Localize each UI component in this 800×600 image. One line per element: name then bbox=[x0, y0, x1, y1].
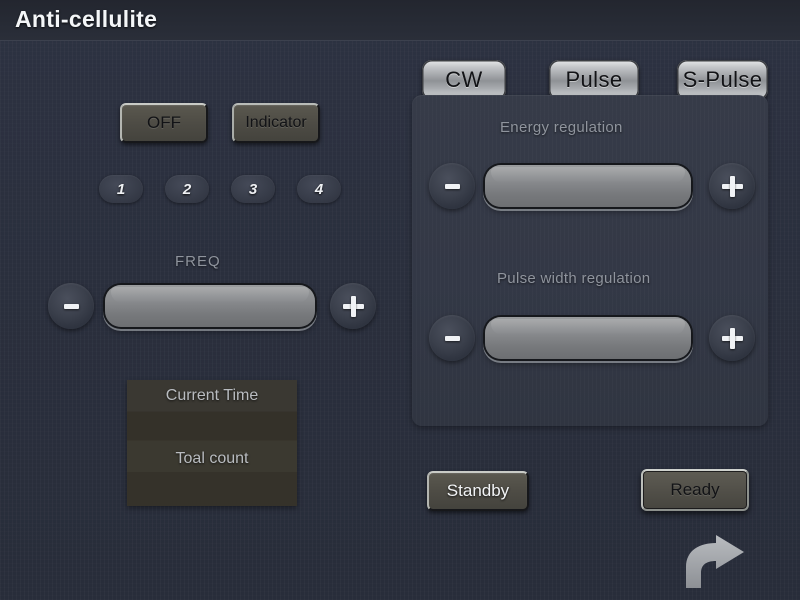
next-arrow-button[interactable] bbox=[680, 534, 750, 590]
mode-button-pulse[interactable]: Pulse bbox=[549, 60, 639, 100]
energy-regulation-label: Energy regulation bbox=[500, 119, 623, 136]
preset-label-4: 4 bbox=[314, 180, 324, 198]
freq-minus-button[interactable] bbox=[48, 283, 94, 329]
current-time-label: Current Time bbox=[165, 386, 259, 404]
device-screen: Anti-cellulite OFF Indicator 1 2 3 4 FRE… bbox=[0, 0, 800, 600]
standby-button[interactable]: Standby bbox=[427, 471, 529, 511]
pulse-width-slider[interactable] bbox=[485, 317, 691, 359]
freq-label: FREQ bbox=[175, 253, 221, 270]
page-title: Anti-cellulite bbox=[15, 6, 158, 32]
indicator-button-label: Indicator bbox=[245, 114, 307, 131]
plus-icon-vertical bbox=[350, 295, 356, 317]
pulse-width-plus-button[interactable] bbox=[709, 315, 755, 361]
preset-button-3[interactable]: 3 bbox=[231, 175, 275, 203]
title-bar: Anti-cellulite bbox=[0, 0, 800, 41]
current-time-value bbox=[127, 412, 297, 444]
mode-button-s-pulse[interactable]: S-Pulse bbox=[677, 60, 768, 100]
pulse-width-value bbox=[485, 317, 691, 359]
energy-slider[interactable] bbox=[485, 165, 691, 207]
plus-icon-vertical bbox=[729, 327, 735, 349]
energy-plus-button[interactable] bbox=[709, 163, 755, 209]
ready-button-label: Ready bbox=[670, 480, 720, 499]
ready-button[interactable]: Ready bbox=[641, 469, 749, 511]
minus-icon bbox=[444, 335, 460, 341]
curved-right-arrow-icon bbox=[686, 535, 744, 588]
mode-button-cw[interactable]: CW bbox=[422, 60, 506, 100]
minus-icon bbox=[444, 183, 460, 189]
mode-button-s-pulse-label: S-Pulse bbox=[682, 67, 763, 92]
energy-minus-button[interactable] bbox=[429, 163, 475, 209]
total-count-value bbox=[127, 475, 297, 507]
preset-label-1: 1 bbox=[116, 180, 126, 198]
indicator-button[interactable]: Indicator bbox=[232, 103, 320, 143]
standby-button-label: Standby bbox=[446, 481, 510, 500]
off-button[interactable]: OFF bbox=[120, 103, 208, 143]
off-button-label: OFF bbox=[147, 113, 181, 132]
freq-slider[interactable] bbox=[105, 285, 315, 327]
freq-value bbox=[105, 285, 315, 327]
freq-plus-button[interactable] bbox=[330, 283, 376, 329]
preset-button-1[interactable]: 1 bbox=[99, 175, 143, 203]
mode-button-pulse-label: Pulse bbox=[565, 67, 623, 92]
plus-icon-vertical bbox=[729, 175, 735, 197]
energy-value bbox=[485, 165, 691, 207]
info-panel: Current Time Toal count bbox=[127, 380, 297, 506]
preset-button-2[interactable]: 2 bbox=[165, 175, 209, 203]
regulation-panel: Energy regulation Pulse width regulation bbox=[412, 95, 768, 426]
preset-label-3: 3 bbox=[248, 180, 258, 198]
pulse-width-minus-button[interactable] bbox=[429, 315, 475, 361]
pulse-width-regulation-label: Pulse width regulation bbox=[497, 270, 651, 287]
total-count-label: Toal count bbox=[175, 449, 249, 467]
preset-button-4[interactable]: 4 bbox=[297, 175, 341, 203]
preset-label-2: 2 bbox=[182, 180, 192, 198]
minus-icon bbox=[63, 303, 79, 309]
mode-button-cw-label: CW bbox=[445, 67, 483, 92]
